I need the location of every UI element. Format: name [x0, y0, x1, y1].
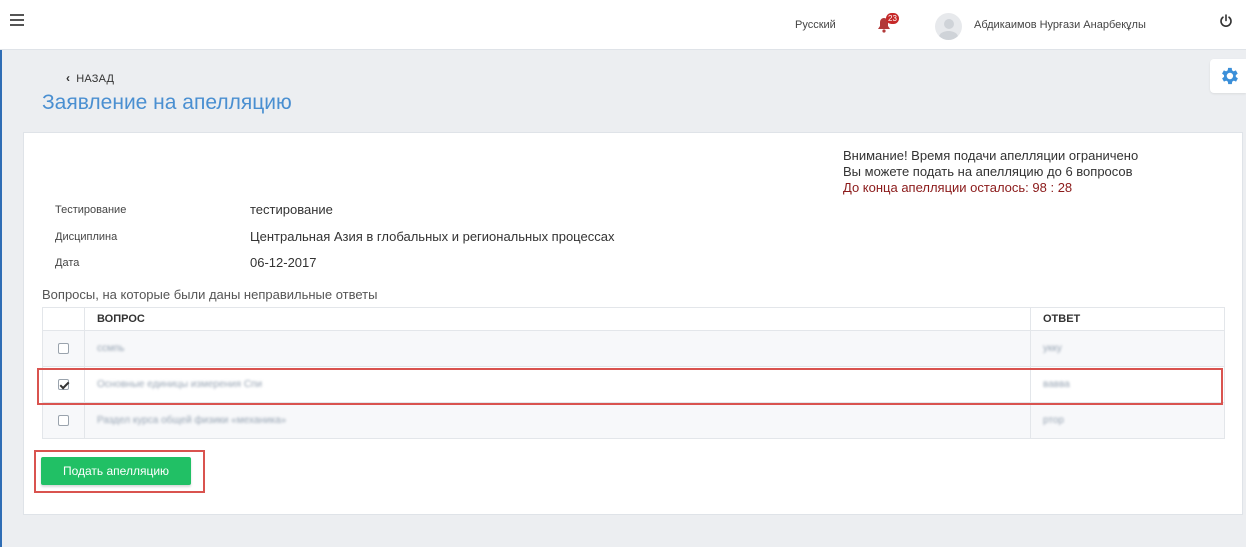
answer-cell: вавва: [1030, 366, 1225, 403]
appeal-notice: Внимание! Время подачи апелляции огранич…: [843, 148, 1138, 196]
language-selector[interactable]: Русский: [795, 19, 836, 31]
table-row: Основные единицы измерения Спи вавва: [42, 366, 1225, 403]
left-edge-accent: [0, 50, 2, 547]
table-row: Раздел курса общей физики «механика» рто…: [42, 402, 1225, 439]
question-text: Раздел курса общей физики «механика»: [97, 415, 287, 426]
question-text: Основные единицы измерения Спи: [97, 379, 263, 390]
discipline-label: Дисциплина: [55, 231, 118, 243]
row-checkbox[interactable]: [58, 342, 69, 354]
select-column-header: [42, 307, 85, 331]
answer-column-header: ОТВЕТ: [1030, 307, 1225, 331]
notice-line-1: Внимание! Время подачи апелляции огранич…: [843, 148, 1139, 163]
answer-cell: укку: [1030, 330, 1225, 367]
table-header-row: ВОПРОС ОТВЕТ: [42, 307, 1225, 331]
appeal-timer: До конца апелляции осталось: 98 : 28: [843, 180, 1073, 195]
notification-count-badge: 23: [886, 13, 899, 24]
row-checkbox[interactable]: [58, 414, 69, 426]
date-value: 06-12-2017: [250, 255, 317, 270]
settings-button[interactable]: [1210, 59, 1246, 93]
top-navbar: Русский 23 Абдикаимов Нурғази Анарбекұлы: [0, 0, 1246, 50]
row-select-cell: [42, 402, 85, 439]
row-select-cell: [42, 330, 85, 367]
answer-text: ртор: [1043, 415, 1064, 426]
row-checkbox[interactable]: [58, 378, 69, 390]
wrong-answers-table: ВОПРОС ОТВЕТ ссмпь укку Основные единицы…: [42, 307, 1225, 439]
question-text: ссмпь: [97, 343, 125, 354]
date-label: Дата: [55, 257, 80, 269]
question-column-header: ВОПРОС: [84, 307, 1031, 331]
answer-text: вавва: [1043, 379, 1070, 390]
testing-value: тестирование: [250, 202, 333, 217]
back-link-label: НАЗАД: [76, 73, 115, 85]
notice-line-2: Вы можете подать на апелляцию до 6 вопро…: [843, 164, 1133, 179]
discipline-value: Центральная Азия в глобальных и регионал…: [250, 229, 615, 244]
wrong-answers-title: Вопросы, на которые были даны неправильн…: [42, 287, 378, 302]
back-link[interactable]: ‹ НАЗАД: [66, 71, 114, 85]
avatar[interactable]: [935, 13, 962, 40]
gear-icon: [1222, 67, 1238, 85]
table-row: ссмпь укку: [42, 330, 1225, 367]
power-icon[interactable]: [1219, 14, 1233, 28]
row-select-cell: [42, 366, 85, 403]
user-name[interactable]: Абдикаимов Нурғази Анарбекұлы: [974, 19, 1146, 31]
question-cell: ссмпь: [84, 330, 1031, 367]
menu-icon[interactable]: [10, 14, 24, 28]
submit-appeal-button[interactable]: Подать апелляцию: [41, 457, 191, 485]
page-title: Заявление на апелляцию: [42, 91, 292, 114]
question-cell: Основные единицы измерения Спи: [84, 366, 1031, 403]
notifications-button[interactable]: 23: [876, 13, 899, 35]
chevron-left-icon: ‹: [66, 71, 71, 85]
answer-text: укку: [1043, 343, 1062, 354]
answer-cell: ртор: [1030, 402, 1225, 439]
testing-label: Тестирование: [55, 204, 127, 216]
question-cell: Раздел курса общей физики «механика»: [84, 402, 1031, 439]
